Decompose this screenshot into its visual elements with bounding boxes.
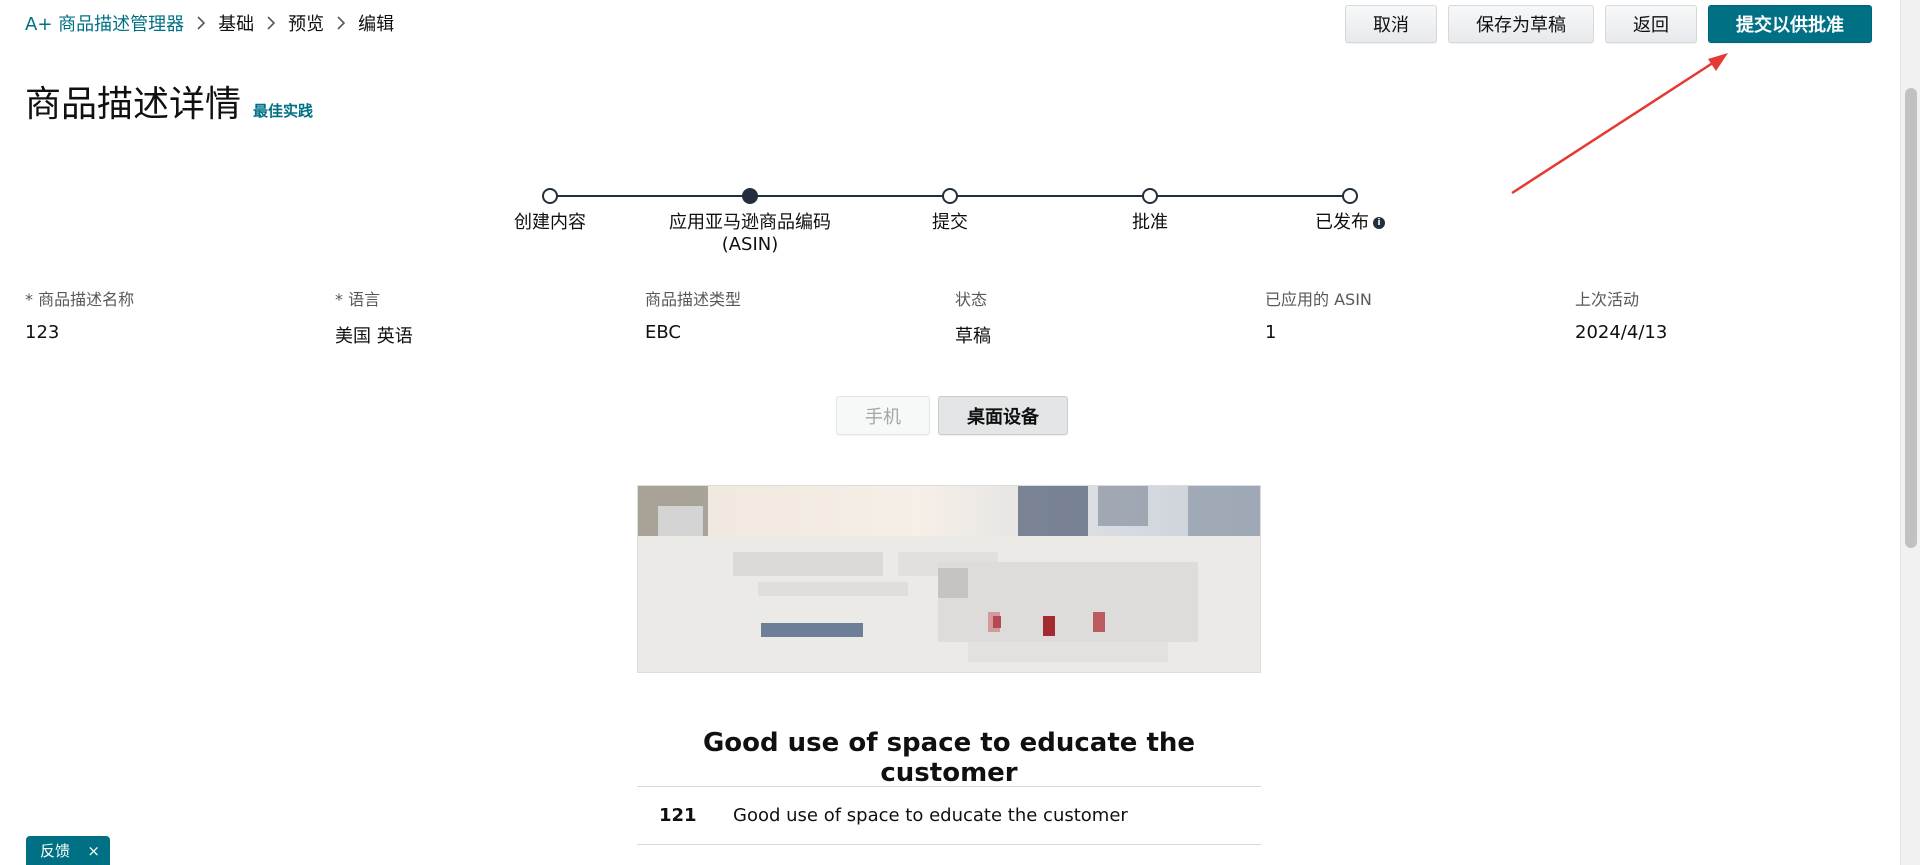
detail-label: 状态 (955, 290, 988, 309)
scrollbar-thumb[interactable] (1905, 88, 1917, 548)
step-dot (542, 188, 558, 204)
step-label: 应用亚马逊商品编码 (ASIN) (669, 212, 831, 255)
breadcrumb-basic[interactable]: 基础 (218, 10, 254, 36)
detail-value: EBC (645, 322, 681, 343)
step-label: 提交 (932, 212, 968, 233)
save-draft-button[interactable]: 保存为草稿 (1448, 5, 1594, 43)
annotation-arrow (1511, 53, 1728, 195)
info-icon[interactable]: i (1373, 217, 1385, 229)
step-label: 已发布 (1315, 212, 1369, 233)
detail-type: 商品描述类型 EBC (645, 286, 955, 348)
table-cell-number: 121 (659, 805, 697, 826)
detail-value: 2024/4/13 (1575, 322, 1668, 343)
step-dot (1342, 188, 1358, 204)
vertical-scrollbar[interactable] (1900, 0, 1920, 865)
best-practices-link[interactable]: 最佳实践 (253, 100, 313, 121)
detail-status: 状态 草稿 (955, 286, 1265, 348)
module-banner-image (637, 485, 1261, 673)
chevron-right-icon (336, 16, 346, 30)
close-icon[interactable]: × (87, 842, 100, 860)
breadcrumb: A+ 商品描述管理器 基础 预览 编辑 (25, 10, 394, 36)
table-row: 121 Good use of space to educate the cus… (637, 786, 1261, 845)
banner-image (638, 486, 1260, 672)
desktop-view-button[interactable]: 桌面设备 (938, 396, 1068, 435)
feedback-label[interactable]: 反馈 (40, 840, 70, 861)
detail-applied-asin: 已应用的 ASIN 1 (1265, 286, 1575, 348)
detail-value: 草稿 (955, 326, 991, 347)
top-actions: 取消 保存为草稿 返回 提交以供批准 (1345, 5, 1872, 43)
step-dot (942, 188, 958, 204)
step-dot (1142, 188, 1158, 204)
module-heading: Good use of space to educate the custome… (702, 728, 1196, 788)
detail-label: 上次活动 (1575, 290, 1640, 309)
detail-last-activity: 上次活动 2024/4/13 (1575, 286, 1885, 348)
detail-label: 已应用的 ASIN (1265, 290, 1372, 309)
module-table: 121 Good use of space to educate the cus… (637, 786, 1261, 845)
detail-language: * 语言 美国 英语 (335, 286, 645, 348)
detail-label: * 商品描述名称 (25, 290, 135, 309)
page-title: 商品描述详情 (25, 84, 242, 125)
detail-label: * 语言 (335, 290, 381, 309)
chevron-right-icon (266, 16, 276, 30)
chevron-right-icon (196, 16, 206, 30)
feedback-tab[interactable]: 反馈 × (26, 836, 110, 865)
breadcrumb-home[interactable]: A+ 商品描述管理器 (25, 10, 184, 36)
submit-for-approval-button[interactable]: 提交以供批准 (1708, 5, 1872, 43)
breadcrumb-preview[interactable]: 预览 (288, 10, 324, 36)
detail-value: 123 (25, 322, 60, 343)
detail-value: 1 (1265, 322, 1277, 343)
details-grid: * 商品描述名称 123 * 语言 美国 英语 商品描述类型 EBC 状态 草稿… (25, 286, 1885, 348)
step-apply-asin: 应用亚马逊商品编码 (ASIN) (650, 188, 850, 255)
cancel-button[interactable]: 取消 (1345, 5, 1437, 43)
detail-name: * 商品描述名称 123 (25, 286, 335, 348)
device-toggle: 手机 桌面设备 (836, 396, 1068, 435)
breadcrumb-edit: 编辑 (358, 14, 395, 35)
page-title-block: 商品描述详情 最佳实践 (25, 75, 313, 127)
step-submit: 提交 (850, 188, 1050, 234)
step-dot-active (742, 188, 758, 204)
back-button[interactable]: 返回 (1605, 5, 1697, 43)
progress-stepper: 创建内容 应用亚马逊商品编码 (ASIN) 提交 批准 已发布 i (500, 182, 1400, 262)
step-label: 创建内容 (514, 212, 586, 233)
step-label: 批准 (1132, 212, 1168, 233)
mobile-view-button[interactable]: 手机 (836, 396, 930, 435)
table-cell-text: Good use of space to educate the custome… (733, 805, 1128, 826)
detail-value: 美国 英语 (335, 326, 413, 347)
step-approve: 批准 (1050, 188, 1250, 234)
step-published: 已发布 i (1250, 188, 1450, 234)
detail-label: 商品描述类型 (645, 290, 742, 309)
step-create-content: 创建内容 (450, 188, 650, 234)
